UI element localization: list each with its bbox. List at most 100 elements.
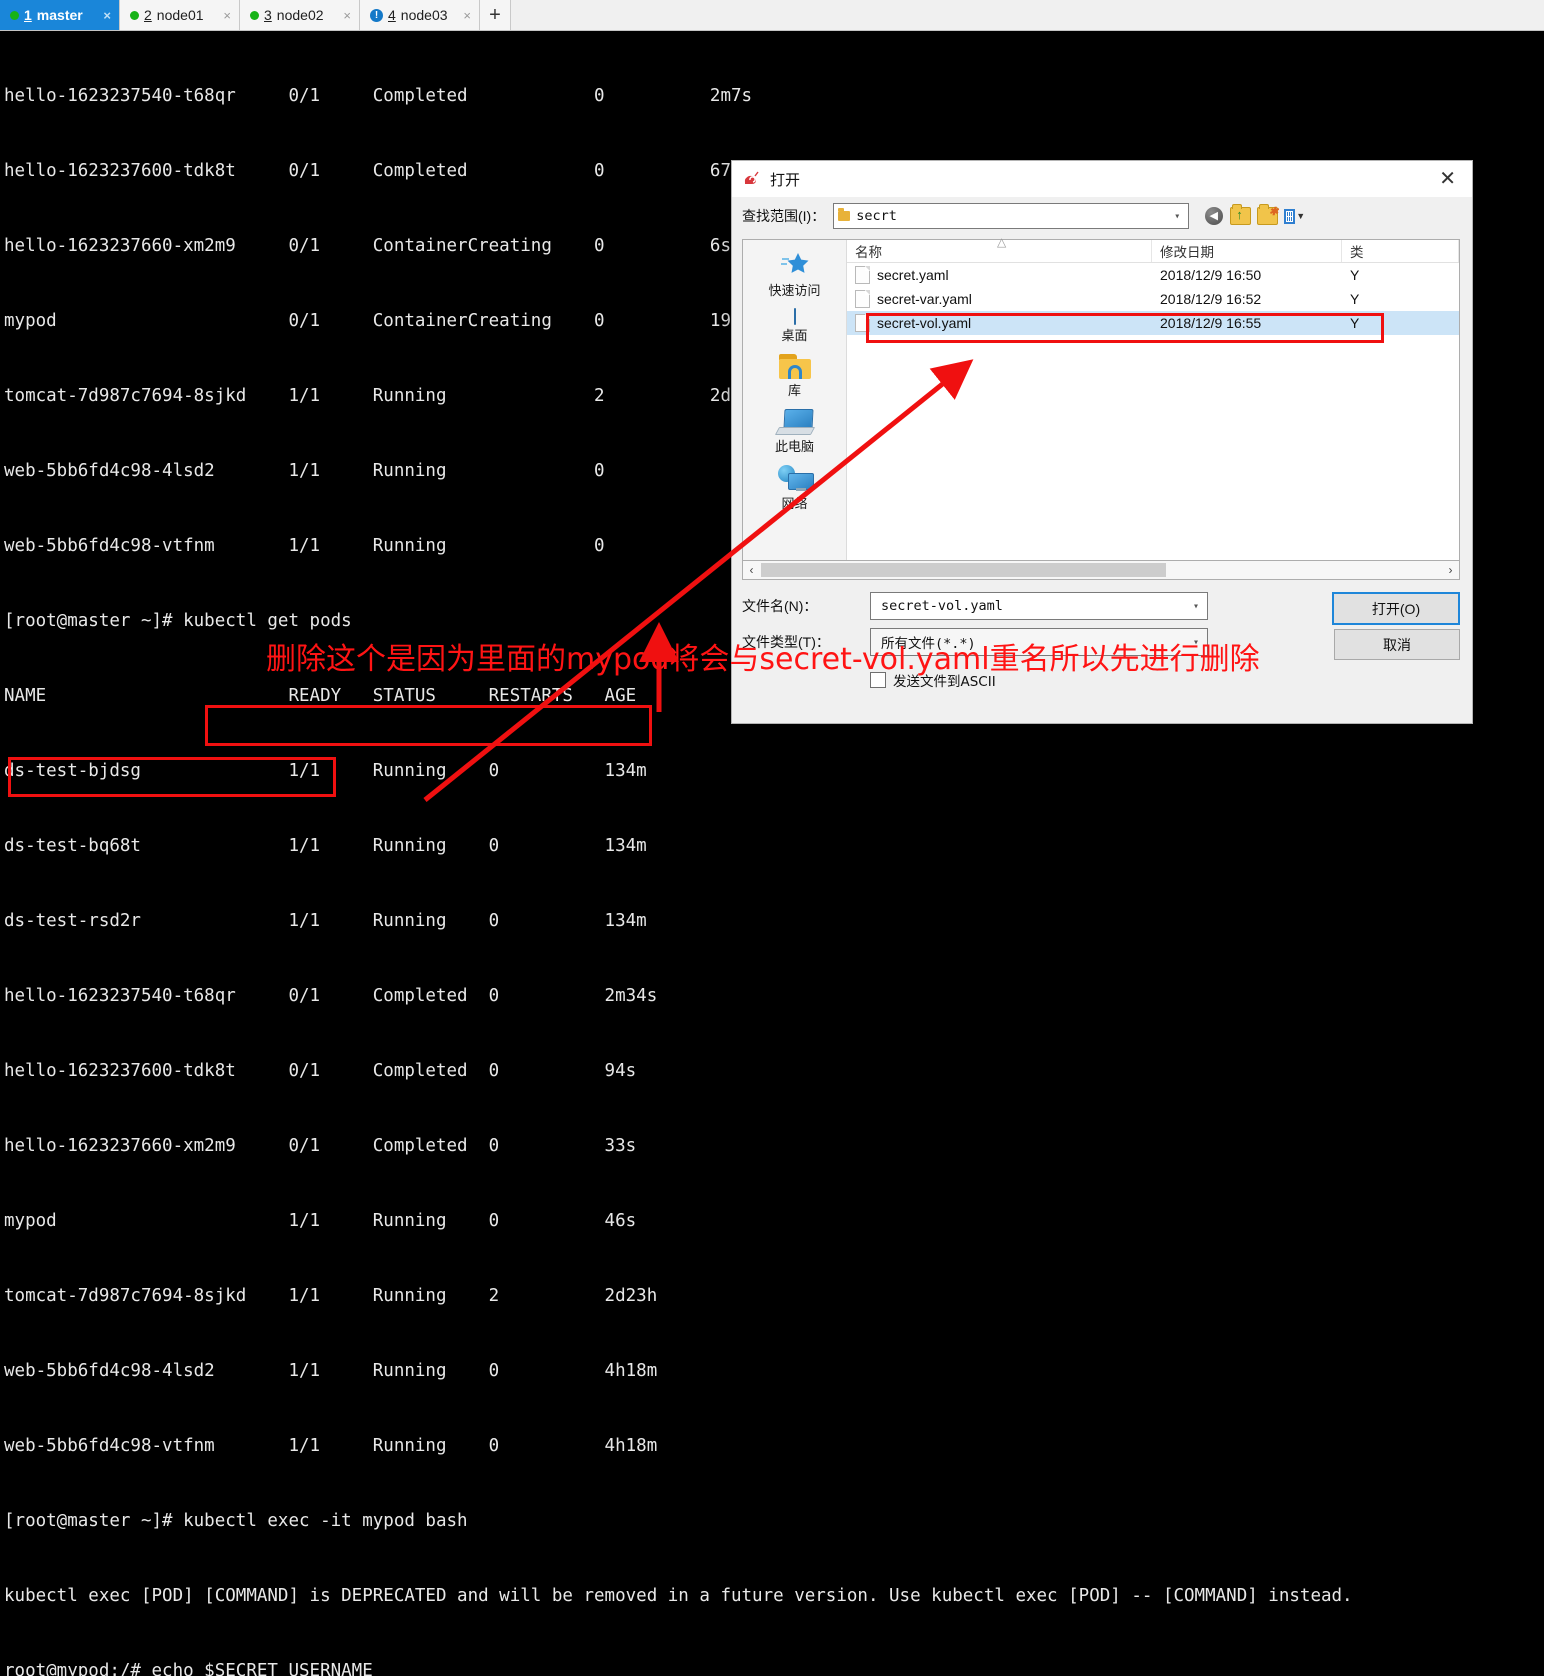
close-icon[interactable]: × bbox=[453, 8, 471, 23]
file-list-pane[interactable]: 名称 修改日期 类 △ secret.yaml 2018/12/9 16:50 … bbox=[847, 235, 1459, 560]
up-folder-icon: ↑ bbox=[1230, 204, 1252, 225]
filename-input[interactable]: secret-vol.yaml ▾ bbox=[870, 592, 1208, 620]
file-date: 2018/12/9 16:52 bbox=[1160, 291, 1262, 307]
view-mode-button[interactable]: ▼ bbox=[1284, 206, 1305, 227]
place-label: 快速访问 bbox=[768, 283, 821, 298]
file-name-cell: secret-var.yaml bbox=[847, 290, 1152, 308]
place-label: 网络 bbox=[781, 496, 808, 511]
chevron-down-icon[interactable]: ▾ bbox=[1187, 601, 1205, 612]
scroll-left-icon[interactable]: ‹ bbox=[743, 563, 760, 577]
new-tab-button[interactable]: + bbox=[480, 0, 511, 30]
close-icon[interactable]: × bbox=[213, 8, 231, 23]
terminal-line: hello-1623237540-t68qr 0/1 Completed 0 2… bbox=[4, 86, 753, 106]
file-icon bbox=[855, 266, 870, 284]
library-icon bbox=[778, 354, 811, 379]
horizontal-scrollbar[interactable]: ‹ › bbox=[742, 561, 1460, 580]
highlight-box-selected-file bbox=[866, 313, 1384, 343]
tab-index: 2 bbox=[144, 7, 152, 23]
cancel-button[interactable]: 取消 bbox=[1334, 629, 1460, 660]
terminal-line: web-5bb6fd4c98-vtfnm 1/1 Running 0 4h18m bbox=[4, 1436, 658, 1456]
tab-label: master bbox=[36, 7, 83, 23]
file-browser: 快速访问 桌面 库 此电脑 网络 名称 修改日期 类 △ secret.yaml… bbox=[742, 235, 1460, 561]
look-in-row: 查找范围(I)： secrt ▾ ◀ ↑ ✱ ▼ bbox=[732, 197, 1472, 235]
terminal-line: web-5bb6fd4c98-4lsd2 1/1 Running 0 4h18m bbox=[4, 1361, 658, 1381]
terminal-line: tomcat-7d987c7694-8sjkd 1/1 Running 2 2d… bbox=[4, 1286, 658, 1306]
chevron-down-icon[interactable]: ▾ bbox=[1168, 211, 1186, 222]
chevron-down-icon[interactable]: ▼ bbox=[1296, 211, 1305, 221]
filename-value: secret-vol.yaml bbox=[881, 598, 1003, 614]
tab-node01[interactable]: 2 node01 × bbox=[120, 0, 240, 30]
status-dot-icon bbox=[250, 10, 259, 20]
terminal-line: hello-1623237540-t68qr 0/1 Completed 0 2… bbox=[4, 986, 658, 1006]
new-folder-button[interactable]: ✱ bbox=[1257, 204, 1279, 227]
place-this-pc[interactable]: 此电脑 bbox=[743, 406, 846, 458]
terminal-line: [root@master ~]# kubectl exec -it mypod … bbox=[4, 1511, 468, 1531]
quick-access-star-icon bbox=[780, 251, 810, 279]
dialog-title-bar: 打开 ✕ bbox=[732, 161, 1472, 197]
terminal-line: mypod 1/1 Running 0 46s bbox=[4, 1211, 637, 1231]
this-pc-icon bbox=[774, 409, 815, 435]
folder-icon bbox=[838, 208, 851, 221]
place-label: 桌面 bbox=[781, 328, 808, 343]
tab-node03[interactable]: ! 4 node03 × bbox=[360, 0, 480, 30]
terminal-line: hello-1623237660-xm2m9 0/1 Completed 0 3… bbox=[4, 1136, 637, 1156]
terminal-line: root@mypod:/# echo $SECRET_USERNAME bbox=[4, 1661, 373, 1676]
tab-master[interactable]: 1 master × bbox=[0, 0, 120, 30]
highlight-box-delete-command bbox=[205, 705, 652, 746]
tab-index: 3 bbox=[264, 7, 272, 23]
tab-label: node01 bbox=[156, 7, 204, 23]
back-icon: ◀ bbox=[1204, 207, 1223, 225]
network-icon bbox=[777, 465, 814, 492]
tab-label: node02 bbox=[276, 7, 324, 23]
highlight-box-rz-command bbox=[8, 757, 336, 797]
tab-index: 4 bbox=[388, 7, 396, 23]
column-header-date[interactable]: 修改日期 bbox=[1152, 240, 1342, 262]
filename-label: 文件名(N)： bbox=[742, 598, 818, 614]
file-name: secret.yaml bbox=[877, 267, 949, 283]
dialog-title: 打开 bbox=[770, 171, 801, 189]
column-header-type[interactable]: 类 bbox=[1342, 240, 1459, 262]
places-sidebar: 快速访问 桌面 库 此电脑 网络 bbox=[743, 240, 847, 560]
annotation-note: 删除这个是因为里面的mypod将会与secret-vol.yaml重名所以先进行… bbox=[266, 642, 1260, 677]
status-dot-icon bbox=[10, 10, 19, 20]
terminal-line: hello-1623237600-tdk8t 0/1 Completed 0 9… bbox=[4, 1061, 637, 1081]
close-icon[interactable]: × bbox=[93, 8, 111, 23]
scrollbar-thumb[interactable] bbox=[761, 563, 1166, 577]
file-date: 2018/12/9 16:50 bbox=[1160, 267, 1262, 283]
terminal-line: ds-test-rsd2r 1/1 Running 0 134m bbox=[4, 911, 647, 931]
file-name: secret-var.yaml bbox=[877, 291, 972, 307]
up-one-level-button[interactable]: ↑ bbox=[1230, 204, 1252, 227]
terminal-tab-bar: 1 master × 2 node01 × 3 node02 × ! 4 nod… bbox=[0, 0, 1544, 31]
scroll-right-icon[interactable]: › bbox=[1442, 563, 1459, 577]
tab-index: 1 bbox=[24, 7, 32, 23]
status-dot-icon bbox=[130, 10, 139, 20]
open-button[interactable]: 打开(O) bbox=[1332, 592, 1460, 625]
file-name-cell: secret.yaml bbox=[847, 266, 1152, 284]
place-library[interactable]: 库 bbox=[743, 351, 846, 402]
tab-node02[interactable]: 3 node02 × bbox=[240, 0, 360, 30]
snail-icon bbox=[744, 171, 759, 184]
look-in-label: 查找范围(I)： bbox=[742, 208, 826, 224]
place-label: 库 bbox=[787, 383, 801, 398]
look-in-value: secrt bbox=[856, 208, 897, 224]
place-network[interactable]: 网络 bbox=[743, 462, 846, 515]
file-list-header: 名称 修改日期 类 △ bbox=[847, 235, 1459, 263]
place-quick-access[interactable]: 快速访问 bbox=[743, 248, 846, 302]
file-type: Y bbox=[1350, 291, 1360, 307]
dialog-toolbar: ◀ ↑ ✱ ▼ bbox=[1203, 204, 1305, 227]
terminal-line: kubectl exec [POD] [COMMAND] is DEPRECAT… bbox=[4, 1586, 1353, 1606]
tab-label: node03 bbox=[400, 7, 448, 23]
close-icon[interactable]: ✕ bbox=[1433, 169, 1462, 189]
place-desktop[interactable]: 桌面 bbox=[743, 306, 846, 347]
desktop-icon bbox=[793, 308, 796, 325]
look-in-combo[interactable]: secrt ▾ bbox=[833, 203, 1190, 229]
file-icon bbox=[855, 290, 870, 308]
back-button[interactable]: ◀ bbox=[1203, 206, 1224, 227]
alert-icon: ! bbox=[370, 8, 383, 22]
file-type: Y bbox=[1350, 267, 1360, 283]
view-mode-icon bbox=[1284, 208, 1296, 224]
file-row[interactable]: secret.yaml 2018/12/9 16:50 Y bbox=[847, 263, 1459, 287]
sort-ascending-icon: △ bbox=[997, 235, 1007, 249]
close-icon[interactable]: × bbox=[333, 8, 351, 23]
file-row[interactable]: secret-var.yaml 2018/12/9 16:52 Y bbox=[847, 287, 1459, 311]
